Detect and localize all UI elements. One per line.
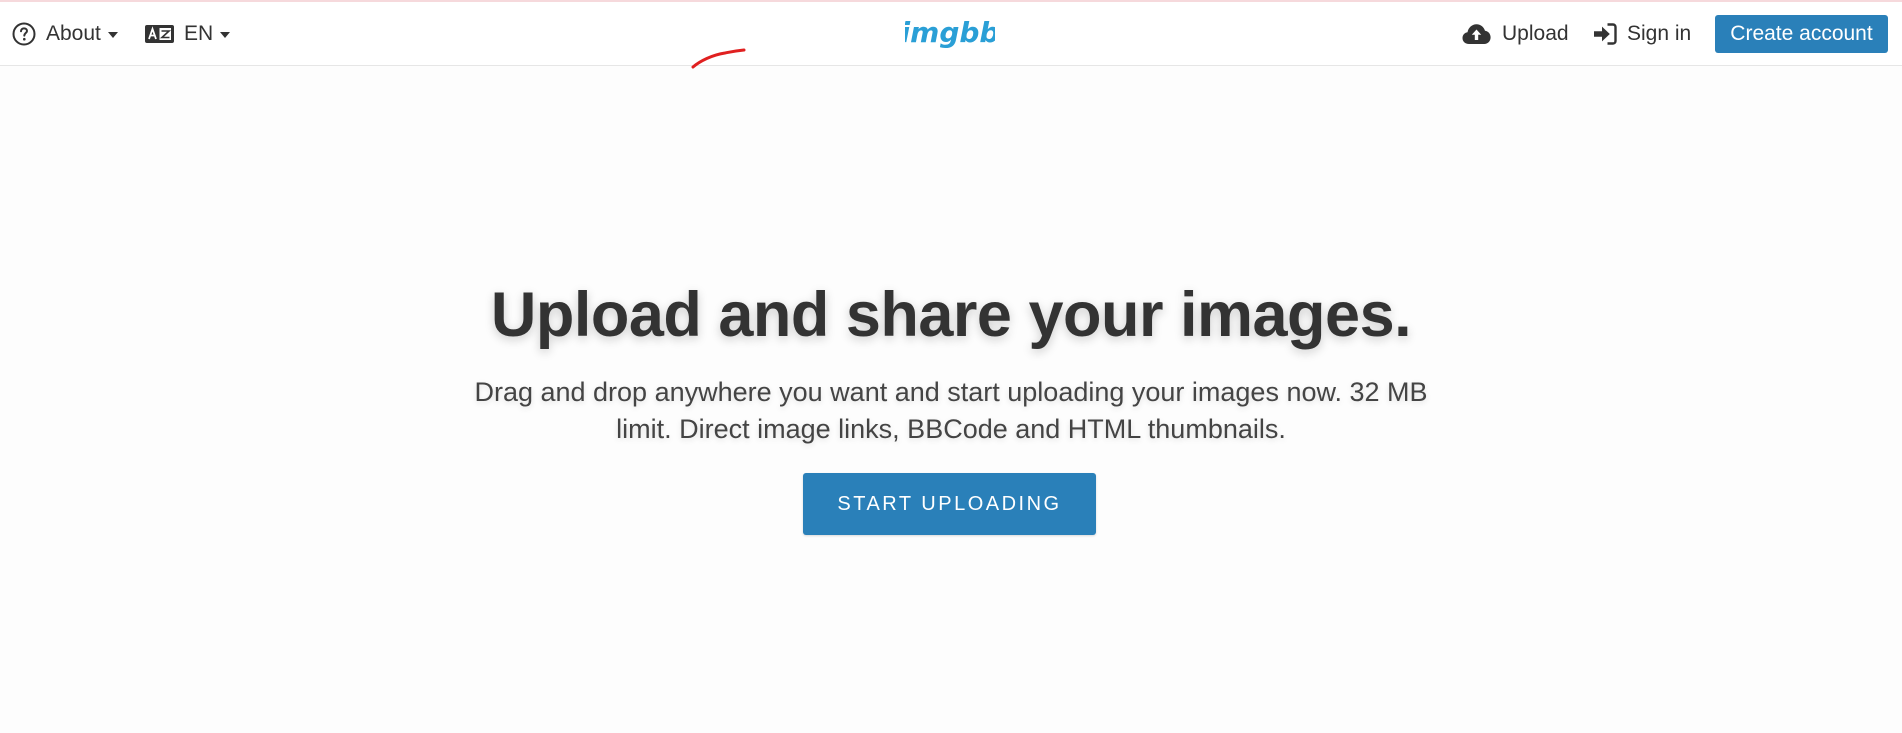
hero-title: Upload and share your images.: [490, 280, 1412, 350]
hero-subtitle: Drag and drop anywhere you want and star…: [474, 377, 1428, 444]
about-label: About: [46, 21, 101, 45]
start-uploading-button[interactable]: START UPLOADING: [803, 473, 1096, 535]
caret-down-icon: [220, 31, 231, 38]
cloud-upload-icon: [1462, 23, 1491, 45]
signin-label: Sign in: [1627, 21, 1692, 45]
top-navbar: About EN imgbb Upload Sign in Create acc…: [0, 2, 1902, 66]
upload-label: Upload: [1502, 21, 1569, 45]
caret-down-icon: [107, 31, 118, 38]
sign-in-arrow-icon: [1593, 22, 1617, 45]
red-annotation-stroke: [691, 48, 746, 69]
signin-nav-link[interactable]: Sign in: [1593, 2, 1691, 65]
imgbb-logo[interactable]: imgbb: [905, 2, 995, 65]
about-menu[interactable]: About: [12, 2, 118, 65]
svg-text:imgbb: imgbb: [905, 16, 995, 49]
upload-nav-link[interactable]: Upload: [1462, 2, 1569, 65]
question-circle-icon: [12, 22, 36, 46]
language-menu[interactable]: EN: [145, 2, 231, 65]
language-card-icon: [145, 24, 174, 44]
language-label: EN: [184, 21, 214, 45]
create-account-button[interactable]: Create account: [1715, 15, 1888, 53]
